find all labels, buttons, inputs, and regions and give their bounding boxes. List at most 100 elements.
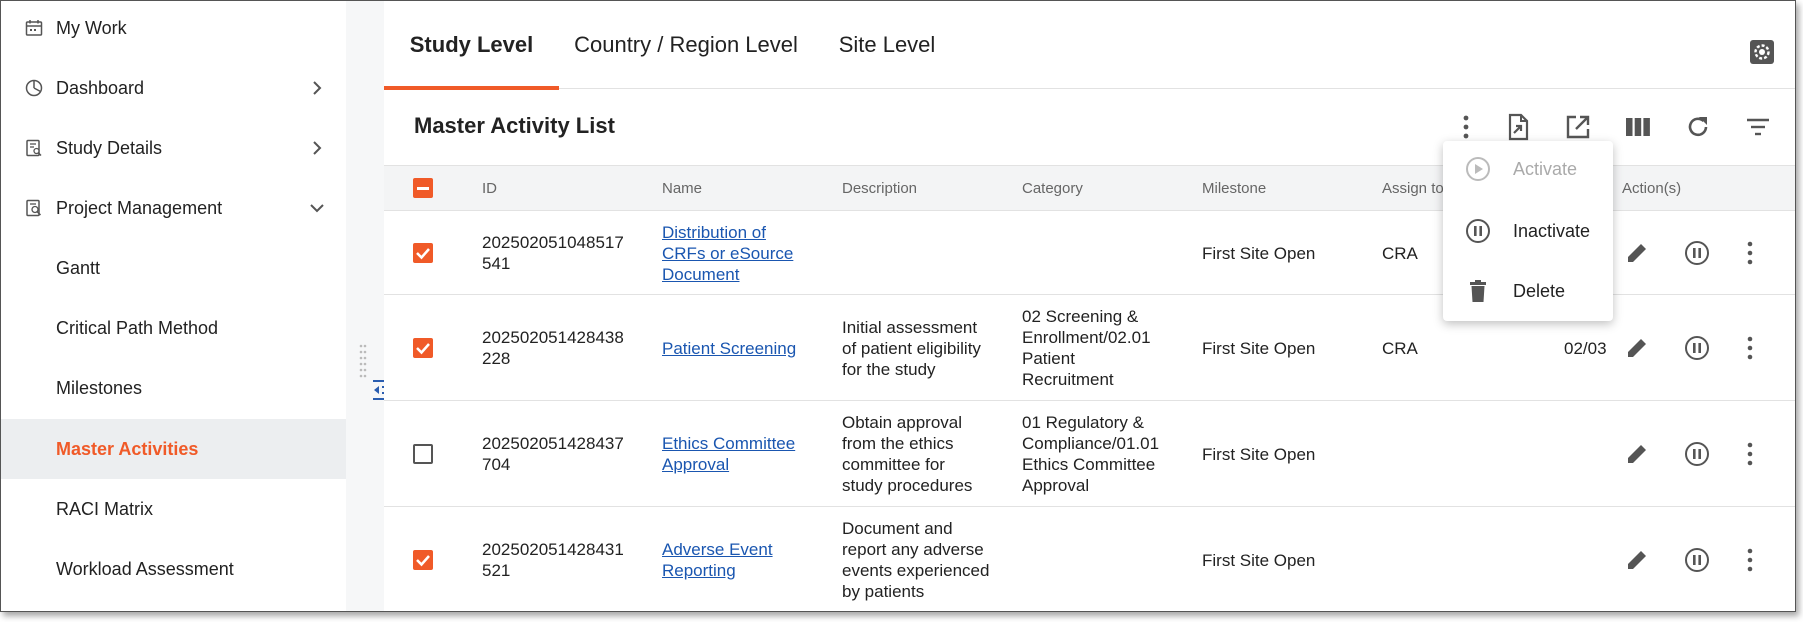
column-header-description[interactable]: Description [842,166,917,210]
pause-circle-icon[interactable] [1684,335,1710,361]
row-description: Initial assessment of patient eligibility… [842,318,981,379]
checkmark-icon [416,248,430,260]
sidebar-item-label: RACI Matrix [56,498,154,519]
calendar-icon [25,20,43,36]
sidebar-item-label: My Work [56,17,127,38]
chevron-right-icon [313,81,322,95]
row-milestone: First Site Open [1202,445,1316,464]
sidebar-item-gantt[interactable]: Gantt [1,238,346,298]
row-category: 02 Screening & Enrollment/02.01 Patient Rec… [1022,307,1151,389]
sidebar-item-master-activities[interactable]: Master Activities [1,419,346,479]
row-checkbox[interactable] [413,444,433,464]
sidebar-item-workload-assessment[interactable]: Workload Assessment [1,539,346,599]
pause-circle-icon[interactable] [1684,240,1710,266]
sidebar-item-label: Master Activities [56,438,199,459]
edit-pencil-icon[interactable] [1624,547,1650,573]
row-description: Document and report any adverse events exp… [842,519,990,601]
sidebar-item-label: Dashboard [56,77,145,98]
activity-name-link[interactable]: Distribution of CRFs or eSource Document [662,222,793,285]
edit-pencil-icon[interactable] [1624,240,1650,266]
more-vertical-icon[interactable] [1744,547,1756,573]
row-id: 202502051048517 541 [482,233,624,273]
sidebar-item-label: Workload Assessment [56,558,234,579]
menu-item-delete[interactable]: Delete [1443,263,1613,319]
trash-icon [1470,280,1486,302]
menu-item-label: Inactivate [1513,220,1591,241]
pause-circle-icon[interactable] [1684,441,1710,467]
tab-label: Study Level [409,32,534,57]
table-row: 202502051428431 521 Adverse Event Reportin… [384,507,1795,611]
checkmark-icon [416,343,430,355]
row-milestone: First Site Open [1202,551,1316,570]
tab-study-level[interactable]: Study Level [384,1,559,90]
row-checkbox[interactable] [413,338,433,358]
more-vertical-icon[interactable] [1458,113,1474,141]
pie-chart-icon [25,79,43,97]
column-header-name[interactable]: Name [662,166,702,210]
play-circle-icon [1466,157,1490,181]
sidebar-item-raci-matrix[interactable]: RACI Matrix [1,479,346,539]
activity-name-link[interactable]: Ethics Committee Approval [662,433,795,475]
row-checkbox[interactable] [413,550,433,570]
select-all-checkbox[interactable] [413,178,433,198]
row-description: Obtain approval from the ethics committee … [842,413,973,495]
refresh-icon[interactable] [1684,113,1712,141]
column-header-milestone[interactable]: Milestone [1202,166,1266,210]
row-id: 202502051428431 521 [482,540,624,580]
tab-site-level[interactable]: Site Level [813,1,961,89]
table-row: 202502051428437 704 Ethics Committee Appro… [384,401,1795,507]
row-milestone: First Site Open [1202,339,1316,358]
level-tabs: Study Level Country / Region Level Site … [384,1,1795,90]
page-title: Master Activity List [414,113,615,138]
project-search-icon [26,199,42,217]
main-content: Study Level Country / Region Level Site … [384,1,1795,611]
chevron-down-icon [310,204,324,213]
pause-circle-icon [1466,219,1490,243]
more-vertical-icon[interactable] [1744,335,1756,361]
column-header-category[interactable]: Category [1022,166,1083,210]
row-date: 02/03 [1564,339,1607,358]
more-vertical-icon[interactable] [1744,240,1756,266]
column-header-actions: Action(s) [1622,179,1682,197]
sidebar-item-my-work[interactable]: My Work [1,1,346,58]
document-search-icon [26,139,42,157]
menu-item-label: Delete [1513,280,1566,301]
bulk-actions-menu: Activate Inactivate Delete [1443,141,1613,321]
row-id: 202502051428437 704 [482,434,624,474]
tab-label: Country / Region Level [574,32,798,57]
edit-pencil-icon[interactable] [1624,335,1650,361]
sidebar-item-project-management[interactable]: Project Management [1,178,346,238]
sidebar-item-label: Milestones [56,377,143,398]
edit-pencil-icon[interactable] [1624,441,1650,467]
more-vertical-icon[interactable] [1744,441,1756,467]
columns-icon[interactable] [1624,113,1652,141]
sidebar-item-milestones[interactable]: Milestones [1,358,346,418]
export-file-icon[interactable] [1504,113,1532,141]
menu-item-activate[interactable]: Activate [1443,141,1613,197]
column-header-id[interactable]: ID [482,166,497,210]
open-external-icon[interactable] [1564,113,1592,141]
chevron-right-icon [313,141,322,155]
sidebar-splitter[interactable] [346,1,384,611]
sidebar-item-dashboard[interactable]: Dashboard [1,58,346,118]
row-assign-to: CRA [1382,339,1418,358]
sidebar: My Work Dashboard Study Details Project … [1,1,346,611]
activity-name-link[interactable]: Patient Screening [662,338,796,359]
tab-country-region-level[interactable]: Country / Region Level [559,1,813,89]
pause-circle-icon[interactable] [1684,547,1710,573]
menu-item-inactivate[interactable]: Inactivate [1443,203,1613,259]
drag-handle-icon[interactable] [359,343,367,381]
column-header-assign-to[interactable]: Assign to [1382,166,1444,210]
sidebar-item-label: Study Details [56,137,163,158]
tab-label: Site Level [838,32,936,57]
sidebar-item-label: Gantt [56,257,101,278]
row-checkbox[interactable] [413,243,433,263]
row-assign-to: CRA [1382,244,1418,263]
app-window: My Work Dashboard Study Details Project … [0,0,1796,612]
filter-icon[interactable] [1744,113,1772,141]
sidebar-item-critical-path-method[interactable]: Critical Path Method [1,298,346,358]
row-category: 01 Regulatory & Compliance/01.01 Ethics Co… [1022,413,1160,495]
gear-icon[interactable] [1749,39,1775,65]
sidebar-item-study-details[interactable]: Study Details [1,118,346,178]
activity-name-link[interactable]: Adverse Event Reporting [662,539,773,581]
